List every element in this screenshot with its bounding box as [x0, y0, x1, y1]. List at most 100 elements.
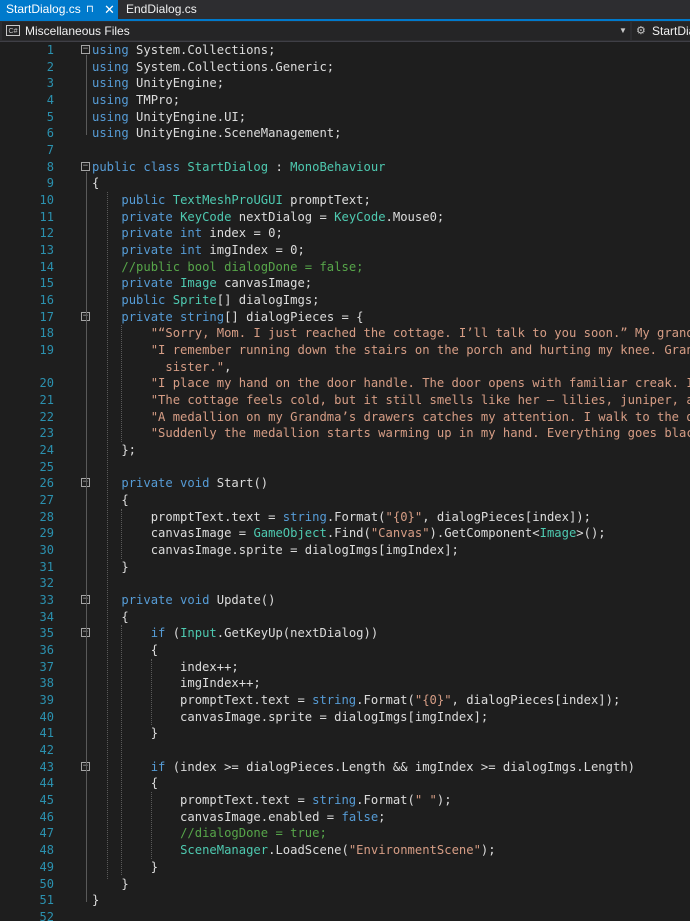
line-number: 52 [39, 909, 54, 921]
code-line: 29 canvasImage = GameObject.Find("Canvas… [0, 525, 690, 542]
code-token: Update() [209, 593, 276, 608]
code-token: private string [121, 309, 225, 324]
line-number: 24 [39, 443, 54, 458]
tab-enddialog[interactable]: EndDialog.cs [120, 0, 210, 19]
line-number: 29 [39, 526, 54, 541]
code-token: "{0}" [385, 509, 423, 524]
project-label: Miscellaneous Files [25, 24, 130, 38]
code-token: private int [121, 226, 203, 241]
code-line: 44 { [0, 775, 690, 792]
pin-icon[interactable]: ⊓ [86, 0, 94, 19]
code-token: "Suddenly the medallion starts warming u… [150, 426, 690, 441]
code-text: sister.", [92, 359, 231, 376]
code-line: 38 imgIndex++; [0, 675, 690, 692]
code-text: promptText.text = string.Format("{0}", d… [92, 692, 620, 709]
code-line: 26 private void Start() − [0, 475, 690, 492]
line-number: 1 [46, 43, 54, 57]
code-token: "A medallion on my Grandma’s drawers cat… [150, 409, 690, 424]
code-token: ).GetComponent< [429, 526, 540, 541]
code-text: SceneManager.LoadScene("EnvironmentScene… [92, 842, 496, 859]
code-token: , dialogPieces[index]); [451, 693, 621, 708]
code-token: }; [92, 443, 137, 458]
code-text: public TextMeshProUGUI promptText; [92, 192, 371, 209]
code-token: TMPro; [128, 93, 181, 107]
code-token: false [341, 809, 379, 824]
line-number: 26 [39, 476, 54, 491]
code-token: "{0}" [414, 693, 452, 708]
class-icon: ⚙ [636, 25, 646, 37]
code-line: 41 } [0, 725, 690, 742]
code-token: [] dialogImgs; [216, 293, 320, 308]
code-line: 17 private string[] dialogPieces = {− [0, 309, 690, 326]
tab-label: StartDialog.cs [6, 2, 81, 16]
line-number: 41 [39, 726, 54, 741]
line-number: 40 [39, 709, 54, 724]
code-line: 40 canvasImage.sprite = dialogImgs[imgIn… [0, 709, 690, 726]
csharp-file-icon: C# [6, 25, 20, 36]
code-token: , [224, 359, 232, 374]
code-token: "“Sorry, Mom. I just reached the cottage… [150, 326, 690, 341]
code-editor[interactable]: 1 using System.Collections; −2 using System… [0, 42, 690, 921]
code-token: System.Collections.Generic; [128, 59, 335, 74]
code-line: 10 public TextMeshProUGUI promptText; [0, 192, 690, 209]
code-token: UnityEngine.SceneManagement; [128, 126, 342, 141]
code-text: promptText.text = string.Format("{0}", d… [92, 509, 591, 526]
project-dropdown[interactable]: C# Miscellaneous Files ▼ [2, 22, 630, 40]
code-text: using UnityEngine.SceneManagement; [92, 125, 341, 142]
line-number: 43 [39, 759, 54, 774]
collapse-icon[interactable]: − [81, 45, 90, 54]
code-text: } [92, 859, 158, 876]
code-line: 1 using System.Collections; − [0, 42, 690, 59]
code-token: GameObject [253, 526, 327, 541]
code-token: (index >= dialogPieces.Length && imgInde… [165, 759, 635, 774]
type-dropdown[interactable]: ⚙ StartDialog [632, 22, 690, 40]
line-number: 6 [46, 126, 54, 141]
line-number: 4 [46, 93, 54, 107]
code-token: imgIndex++; [92, 676, 261, 691]
code-token: using [92, 126, 129, 141]
indent-guide [106, 192, 108, 879]
code-text: { [92, 775, 158, 792]
dropdown-arrow-icon[interactable]: ▼ [619, 26, 627, 35]
code-text: if (index >= dialogPieces.Length && imgI… [92, 759, 635, 776]
code-text: { [92, 642, 158, 659]
collapse-icon[interactable]: − [81, 161, 90, 171]
code-line: 15 private Image canvasImage; [0, 275, 690, 292]
code-token: } [92, 559, 129, 574]
code-token: private [121, 276, 181, 291]
code-token: { [92, 776, 159, 791]
code-token: { [92, 643, 159, 658]
code-line: 48 SceneManager.LoadScene("EnvironmentSc… [0, 842, 690, 859]
line-number: 44 [39, 776, 54, 791]
code-token: } [92, 876, 129, 891]
code-token: //dialogDone = true; [180, 826, 327, 841]
code-text: }; [92, 442, 136, 459]
code-token: nextDialog = [231, 209, 335, 224]
code-line: 30 canvasImage.sprite = dialogImgs[imgIn… [0, 542, 690, 559]
code-line: 18 "“Sorry, Mom. I just reached the cott… [0, 325, 690, 342]
line-number: 25 [39, 459, 54, 474]
close-icon[interactable]: ✕ [104, 0, 115, 19]
line-number: 23 [39, 426, 54, 441]
code-text: "Suddenly the medallion starts warming u… [92, 425, 690, 442]
code-text: } [92, 892, 99, 909]
tab-startdialog[interactable]: StartDialog.cs ⊓ ✕ [0, 0, 118, 19]
code-token: ); [480, 843, 496, 858]
code-token: TextMeshProUGUI [172, 193, 283, 208]
indent-guide [121, 508, 123, 559]
code-text: imgIndex++; [92, 675, 261, 692]
code-text: promptText.text = string.Format(" "); [92, 792, 452, 809]
code-line: 12 private int index = 0; [0, 225, 690, 242]
code-text: private int index = 0; [92, 225, 282, 242]
code-token: } [92, 726, 159, 741]
code-text: using UnityEngine.UI; [92, 109, 246, 126]
code-line: 47 //dialogDone = true; [0, 825, 690, 842]
code-line: 51} [0, 892, 690, 909]
code-line: 36 { [0, 642, 690, 659]
line-number: 17 [39, 309, 54, 324]
code-token: using [92, 109, 129, 124]
line-number: 7 [46, 143, 54, 158]
code-line: 42 [0, 742, 690, 759]
code-token: StartDialog [187, 159, 269, 174]
code-line: 37 index++; [0, 659, 690, 676]
